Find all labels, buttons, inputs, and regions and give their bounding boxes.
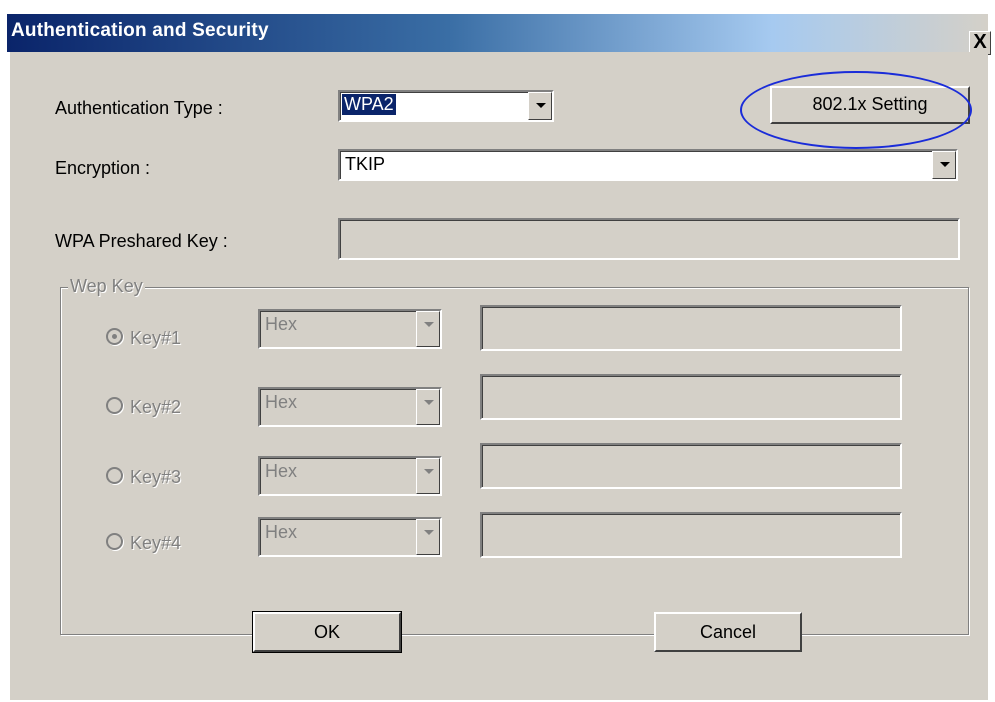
key3-format-value: Hex [265,461,298,481]
key4-radio[interactable] [106,533,123,550]
key1-label: Key#1 [130,328,182,348]
cancel-button[interactable]: Cancel [654,612,802,652]
radio-selected-dot [112,334,117,339]
key3-radio[interactable] [106,467,123,484]
chevron-down-icon[interactable] [416,389,440,425]
dialog-body: Authentication Type : WPA2 802.1x Settin… [10,52,988,700]
8021x-setting-label: 802.1x Setting [812,94,928,114]
cancel-button-label: Cancel [699,622,757,642]
key2-radio[interactable] [106,397,123,414]
key4-input[interactable] [480,512,902,558]
key2-input[interactable] [480,374,902,420]
encryption-label: Encryption : [55,158,151,178]
chevron-down-icon[interactable] [416,458,440,494]
authentication-type-value: WPA2 [342,94,396,115]
wpa-preshared-key-label: WPA Preshared Key : [55,231,228,251]
key3-label: Key#3 [130,467,182,487]
key3-format-select[interactable]: Hex [258,456,442,496]
chevron-down-icon[interactable] [932,151,956,179]
ok-button-label: OK [313,622,340,642]
key2-label: Key#2 [130,397,182,417]
key4-label: Key#4 [130,533,182,553]
key2-format-value: Hex [265,392,298,412]
key2-format-select[interactable]: Hex [258,387,442,427]
chevron-down-icon[interactable] [416,519,440,555]
wpa-preshared-key-input[interactable] [338,218,960,260]
key1-format-select[interactable]: Hex [258,309,442,349]
close-icon: X [973,31,987,53]
authentication-type-label: Authentication Type : [55,98,223,118]
key1-radio[interactable] [106,328,123,345]
key3-input[interactable] [480,443,902,489]
wep-key-group-label: Wep Key [68,276,145,297]
key4-format-select[interactable]: Hex [258,517,442,557]
chevron-down-icon[interactable] [416,311,440,347]
ok-button[interactable]: OK [252,611,402,653]
encryption-value: TKIP [345,154,386,174]
8021x-setting-button[interactable]: 802.1x Setting [770,86,970,124]
title-bar: Authentication and Security X [7,14,991,55]
key4-format-value: Hex [265,522,298,542]
chevron-down-icon[interactable] [528,92,552,120]
key1-format-value: Hex [265,314,298,334]
encryption-select[interactable]: TKIP [338,149,958,181]
authentication-type-select[interactable]: WPA2 [338,90,554,122]
key1-input[interactable] [480,305,902,351]
window-title: Authentication and Security [11,20,269,41]
